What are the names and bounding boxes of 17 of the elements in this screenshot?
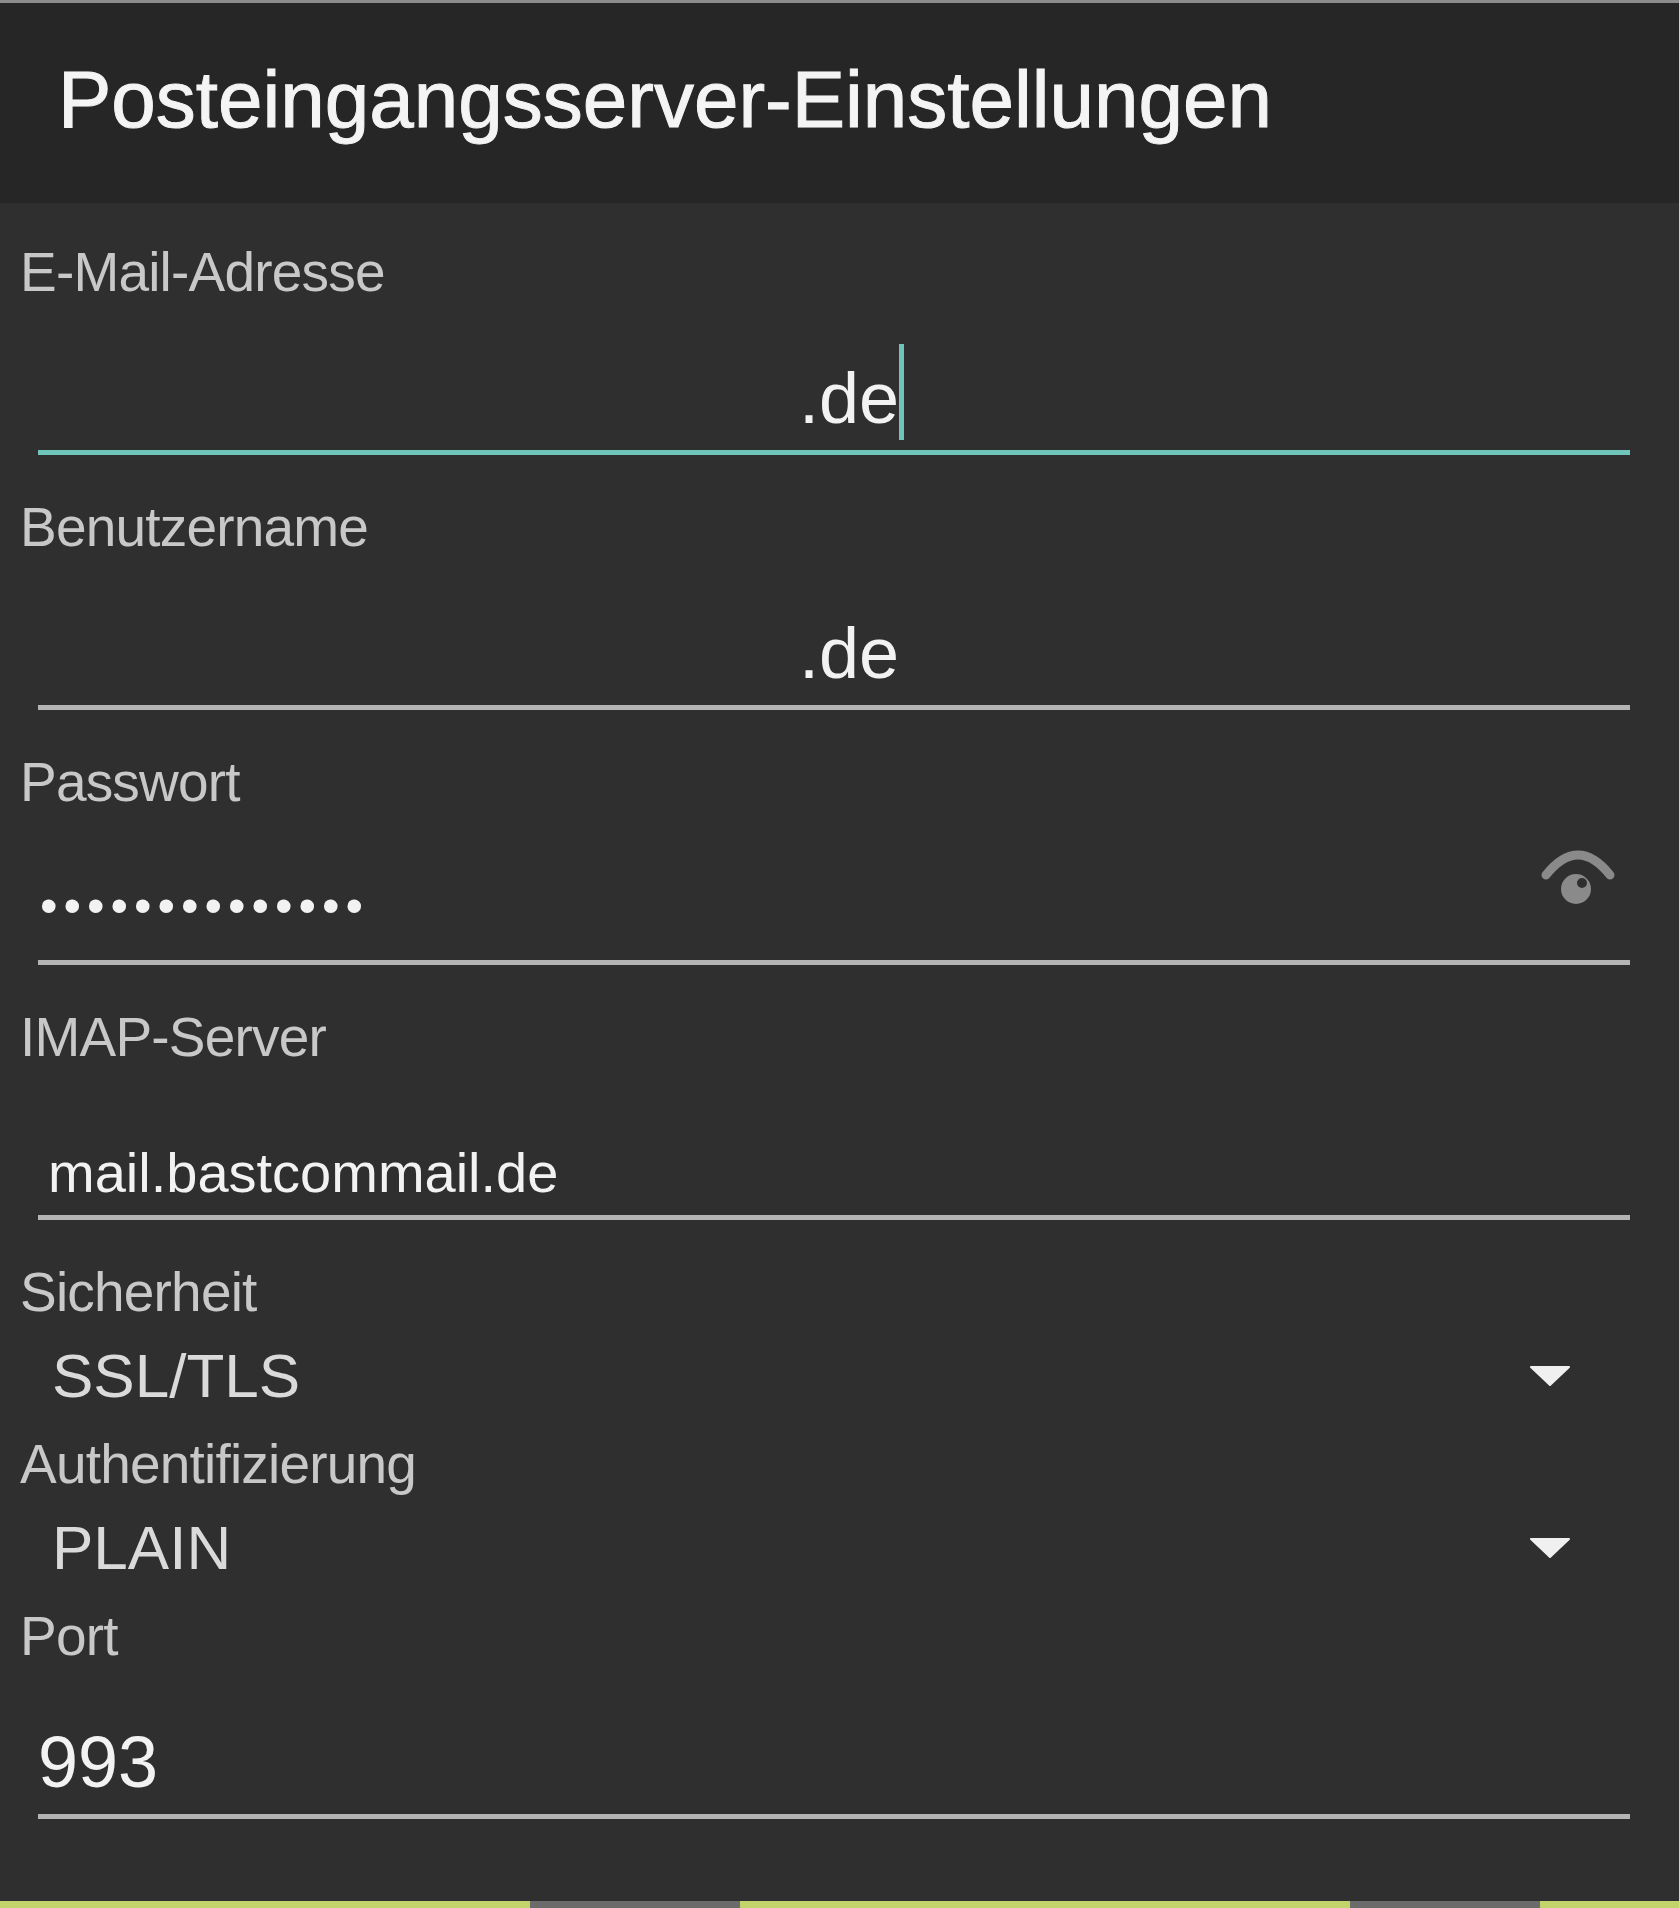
field-label: Passwort xyxy=(20,750,240,814)
input-field[interactable]: 993 xyxy=(38,1708,1630,1819)
caret-icon xyxy=(1530,1538,1570,1558)
field-label: Sicherheit xyxy=(20,1260,257,1324)
input-field[interactable]: .de xyxy=(38,344,1630,455)
dropdown[interactable]: PLAIN xyxy=(38,1508,1630,1588)
field-label: IMAP-Server xyxy=(20,1005,326,1069)
field-label: Port xyxy=(20,1604,118,1668)
caret-icon xyxy=(1530,1366,1570,1386)
screen-title: Posteingangsserver-Einstellungen xyxy=(58,54,1273,146)
input-field[interactable]: .de xyxy=(38,599,1630,710)
field-label: E-Mail-Adresse xyxy=(20,240,385,304)
field-label: Benutzername xyxy=(20,495,369,559)
dropdown[interactable]: SSL/TLS xyxy=(38,1336,1630,1416)
input-field[interactable]: mail.bastcommail.de xyxy=(38,1109,1630,1220)
field-label: Authentifizierung xyxy=(20,1432,417,1496)
input-field[interactable]: •••••••••••••• xyxy=(38,854,1630,965)
